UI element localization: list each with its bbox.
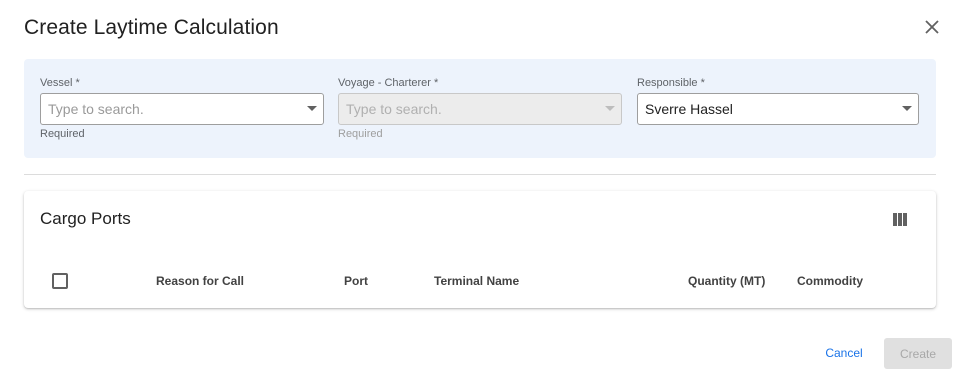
view-column-icon: [893, 212, 908, 226]
chevron-down-icon[interactable]: [307, 106, 317, 111]
chevron-down-icon: [605, 106, 615, 111]
vessel-placeholder: Type to search.: [48, 101, 144, 117]
voyage-charterer-label: Voyage - Charterer *: [338, 77, 439, 89]
vessel-label: Vessel *: [40, 77, 80, 89]
voyage-charterer-helper-text: Required: [338, 128, 383, 140]
vessel-input[interactable]: Type to search.: [40, 93, 324, 125]
cargo-ports-card: Cargo Ports Reason for Call Port Termina…: [24, 191, 936, 308]
columns-button[interactable]: [888, 209, 912, 229]
column-header-port[interactable]: Port: [344, 274, 368, 288]
responsible-field: Responsible * Sverre Hassel: [637, 76, 919, 125]
divider: [24, 174, 936, 175]
column-header-reason-for-call[interactable]: Reason for Call: [156, 274, 244, 288]
vessel-helper-text: Required: [40, 128, 85, 140]
cancel-button[interactable]: Cancel: [816, 338, 872, 368]
responsible-select[interactable]: Sverre Hassel: [637, 93, 919, 125]
create-laytime-dialog: Create Laytime Calculation Vessel * Type…: [0, 0, 960, 377]
close-icon: [925, 20, 939, 34]
dialog-title: Create Laytime Calculation: [24, 16, 279, 39]
form-panel: Vessel * Type to search. Required Voyage…: [24, 59, 936, 158]
chevron-down-icon[interactable]: [902, 106, 912, 111]
voyage-charterer-placeholder: Type to search.: [346, 101, 442, 117]
responsible-label: Responsible *: [637, 77, 705, 89]
voyage-charterer-field: Voyage - Charterer * Type to search. Req…: [338, 76, 622, 141]
column-header-terminal-name[interactable]: Terminal Name: [434, 274, 519, 288]
column-header-quantity[interactable]: Quantity (MT): [688, 274, 765, 288]
responsible-value: Sverre Hassel: [645, 101, 733, 117]
create-button[interactable]: Create: [884, 338, 952, 369]
vessel-field: Vessel * Type to search. Required: [40, 76, 324, 141]
voyage-charterer-input: Type to search.: [338, 93, 622, 125]
select-all-checkbox[interactable]: [52, 273, 68, 289]
column-header-commodity[interactable]: Commodity: [797, 274, 863, 288]
close-button[interactable]: [918, 13, 946, 41]
cargo-ports-title: Cargo Ports: [40, 209, 131, 228]
